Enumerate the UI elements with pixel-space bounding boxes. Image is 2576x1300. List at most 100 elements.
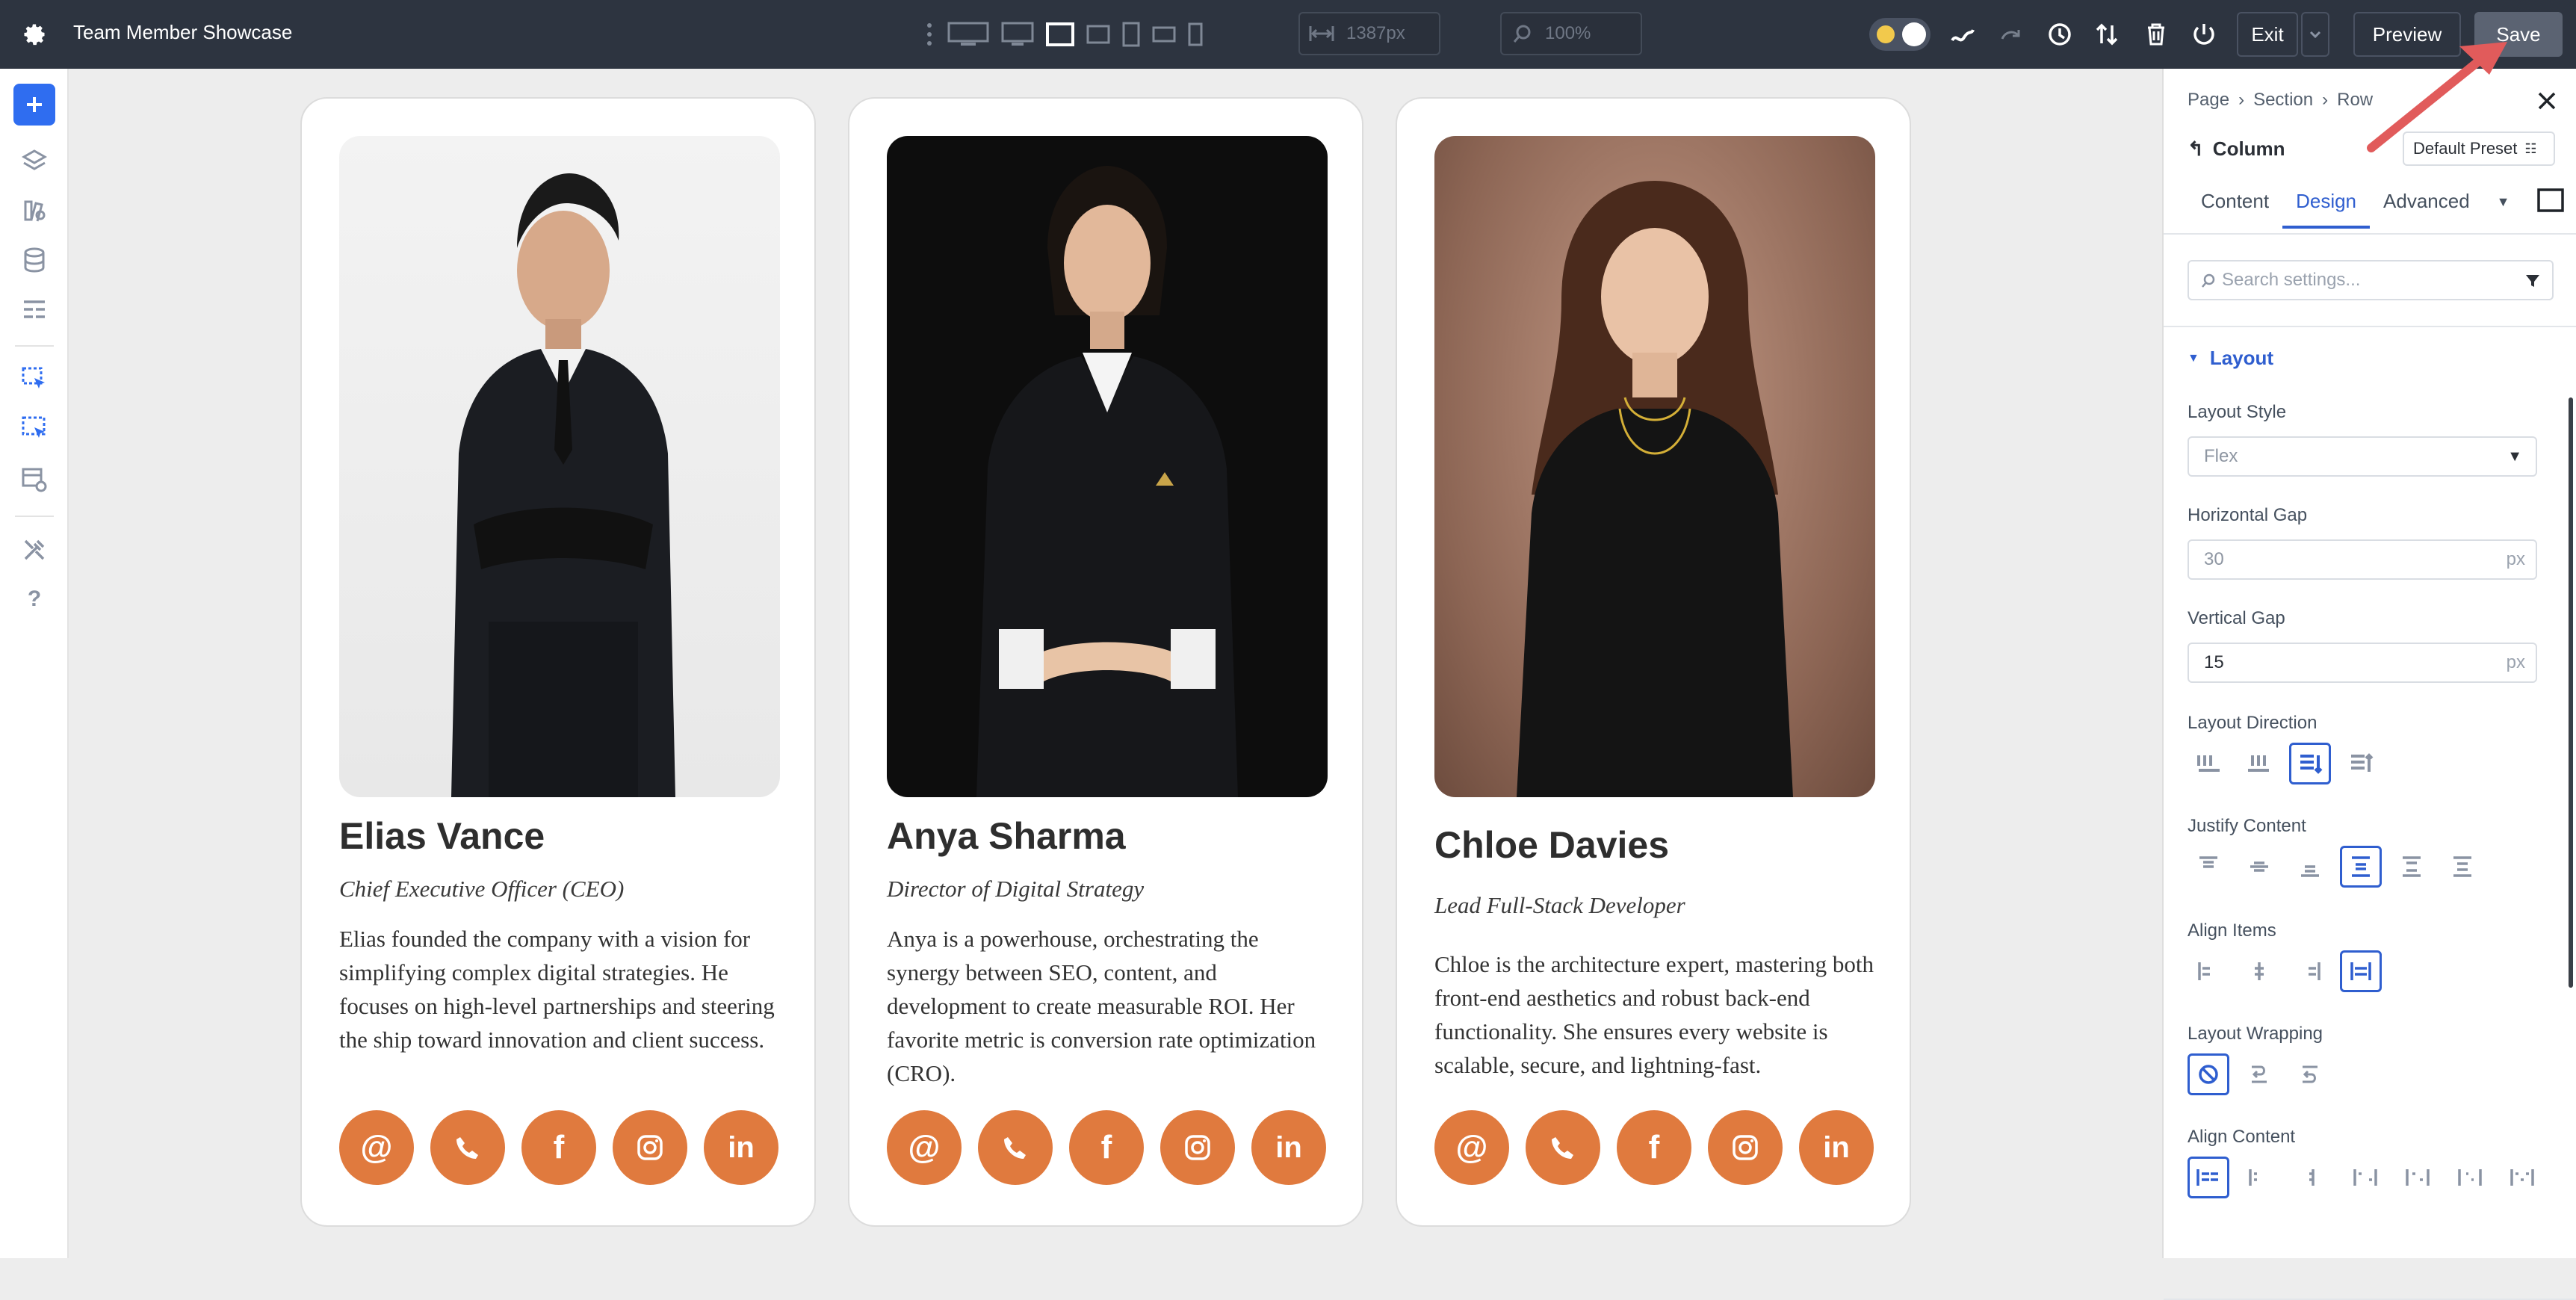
align-end-icon[interactable] — [2289, 950, 2331, 992]
tab-advanced[interactable]: Advanced — [2370, 182, 2483, 229]
wireframe-icon[interactable] — [1948, 19, 1978, 49]
help-icon[interactable]: ? — [19, 584, 49, 614]
history-icon[interactable] — [2045, 19, 2075, 49]
facebook-icon[interactable]: f — [1617, 1110, 1691, 1185]
facebook-icon[interactable]: f — [521, 1110, 596, 1185]
justify-start-icon[interactable] — [2188, 846, 2229, 888]
no-wrap-icon[interactable] — [2188, 1053, 2229, 1095]
tab-design[interactable]: Design — [2282, 182, 2370, 229]
align-stretch-icon[interactable] — [2340, 950, 2382, 992]
template-settings-icon[interactable] — [19, 465, 49, 495]
horizontal-gap-label: Horizontal Gap — [2188, 505, 2307, 526]
breadcrumb-section[interactable]: Section — [2253, 90, 2313, 111]
member-bio: Chloe is the architecture expert, master… — [1434, 947, 1883, 1082]
sort-arrows-icon[interactable] — [2092, 19, 2122, 49]
justify-space-around-icon[interactable] — [2391, 846, 2433, 888]
exit-dropdown-button[interactable] — [2301, 12, 2329, 57]
social-links: @ f in — [339, 1110, 778, 1185]
direction-row-reverse-icon[interactable] — [2238, 743, 2280, 784]
desktop-icon[interactable] — [1001, 15, 1034, 54]
add-element-button[interactable] — [13, 84, 55, 126]
email-icon[interactable]: @ — [887, 1110, 962, 1185]
trash-icon[interactable] — [2141, 19, 2171, 49]
phone-landscape-icon[interactable] — [1152, 15, 1176, 54]
member-bio: Elias founded the company with a vision … — [339, 922, 787, 1056]
align-content-around-icon[interactable] — [2397, 1157, 2439, 1198]
tabs-dropdown-icon[interactable]: ▼ — [2483, 182, 2524, 229]
justify-center-icon[interactable] — [2238, 846, 2280, 888]
desktop-wide-icon[interactable] — [947, 15, 989, 54]
team-photo — [887, 136, 1328, 797]
settings-panel: Page › Section › Row ↰Column Default Pre… — [2162, 69, 2576, 1258]
zoom-field[interactable]: 100% — [1500, 12, 1642, 55]
align-content-end-icon[interactable] — [2292, 1157, 2334, 1198]
tablet-portrait-icon[interactable] — [1122, 15, 1140, 54]
linkedin-icon[interactable]: in — [704, 1110, 778, 1185]
gear-icon[interactable] — [21, 21, 48, 48]
align-content-between-icon[interactable] — [2344, 1157, 2386, 1198]
tab-content[interactable]: Content — [2188, 182, 2282, 229]
instagram-icon[interactable] — [1708, 1110, 1783, 1185]
canvas-width-field[interactable]: 1387px — [1298, 12, 1440, 55]
layout-style-select[interactable]: Flex▼ — [2188, 436, 2537, 477]
back-arrow-icon[interactable]: ↰ — [2188, 137, 2204, 160]
align-content-options — [2188, 1157, 2543, 1198]
theme-toggle[interactable] — [1869, 18, 1931, 51]
wrap-reverse-icon[interactable] — [2289, 1053, 2331, 1095]
exit-button[interactable]: Exit — [2237, 12, 2298, 57]
team-member-card[interactable]: Chloe Davies Lead Full-Stack Developer C… — [1396, 97, 1911, 1227]
power-icon[interactable] — [2189, 19, 2219, 49]
close-icon[interactable] — [2536, 90, 2558, 112]
redo-icon[interactable] — [1996, 19, 2026, 49]
direction-column-reverse-icon[interactable] — [2340, 743, 2382, 784]
phone-icon[interactable] — [1526, 1110, 1600, 1185]
align-content-stretch-icon[interactable] — [2501, 1157, 2543, 1198]
instagram-icon[interactable] — [613, 1110, 687, 1185]
email-icon[interactable]: @ — [339, 1110, 414, 1185]
section-click-icon[interactable] — [19, 414, 49, 444]
more-vertical-icon[interactable] — [923, 15, 935, 54]
tablet-landscape-icon[interactable] — [1086, 15, 1110, 54]
align-content-evenly-icon[interactable] — [2449, 1157, 2491, 1198]
caret-down-icon: ▼ — [2188, 352, 2199, 365]
page-title: Team Member Showcase — [73, 21, 292, 44]
justify-space-evenly-icon[interactable] — [2442, 846, 2483, 888]
panel-scrollbar[interactable] — [2569, 397, 2573, 988]
library-icon[interactable] — [19, 196, 49, 226]
phone-icon[interactable] — [430, 1110, 505, 1185]
team-member-card[interactable]: Elias Vance Chief Executive Officer (CEO… — [300, 97, 816, 1227]
table-layout-icon[interactable] — [19, 294, 49, 324]
database-icon[interactable] — [19, 245, 49, 275]
email-icon[interactable]: @ — [1434, 1110, 1509, 1185]
phone-portrait-icon[interactable] — [1188, 15, 1203, 54]
breadcrumb-page[interactable]: Page — [2188, 90, 2229, 111]
member-name: Anya Sharma — [887, 814, 1126, 858]
laptop-icon[interactable] — [1046, 15, 1074, 54]
settings-search-input[interactable]: Search settings... — [2188, 260, 2554, 300]
vertical-gap-input[interactable]: 15px — [2188, 643, 2537, 683]
layers-icon[interactable] — [19, 146, 49, 176]
tools-icon[interactable] — [19, 535, 49, 565]
align-center-icon[interactable] — [2238, 950, 2280, 992]
facebook-icon[interactable]: f — [1069, 1110, 1144, 1185]
align-content-center-icon[interactable] — [2240, 1157, 2282, 1198]
responsive-preview-icon[interactable] — [2524, 182, 2576, 229]
justify-space-between-icon[interactable] — [2340, 846, 2382, 888]
horizontal-gap-input[interactable]: 30px — [2188, 539, 2537, 580]
justify-end-icon[interactable] — [2289, 846, 2331, 888]
page-click-icon[interactable] — [19, 365, 49, 394]
align-start-icon[interactable] — [2188, 950, 2229, 992]
direction-column-icon[interactable] — [2289, 743, 2331, 784]
linkedin-icon[interactable]: in — [1799, 1110, 1874, 1185]
zoom-value: 100% — [1545, 23, 1591, 44]
wrap-icon[interactable] — [2238, 1053, 2280, 1095]
linkedin-icon[interactable]: in — [1251, 1110, 1326, 1185]
direction-row-icon[interactable] — [2188, 743, 2229, 784]
instagram-icon[interactable] — [1160, 1110, 1235, 1185]
filter-icon[interactable] — [2524, 272, 2542, 290]
team-member-card[interactable]: Anya Sharma Director of Digital Strategy… — [848, 97, 1363, 1227]
phone-icon[interactable] — [978, 1110, 1053, 1185]
align-content-start-icon[interactable] — [2188, 1157, 2229, 1198]
layout-section-toggle[interactable]: ▼Layout — [2188, 347, 2273, 370]
social-links: @ f in — [1434, 1110, 1874, 1185]
